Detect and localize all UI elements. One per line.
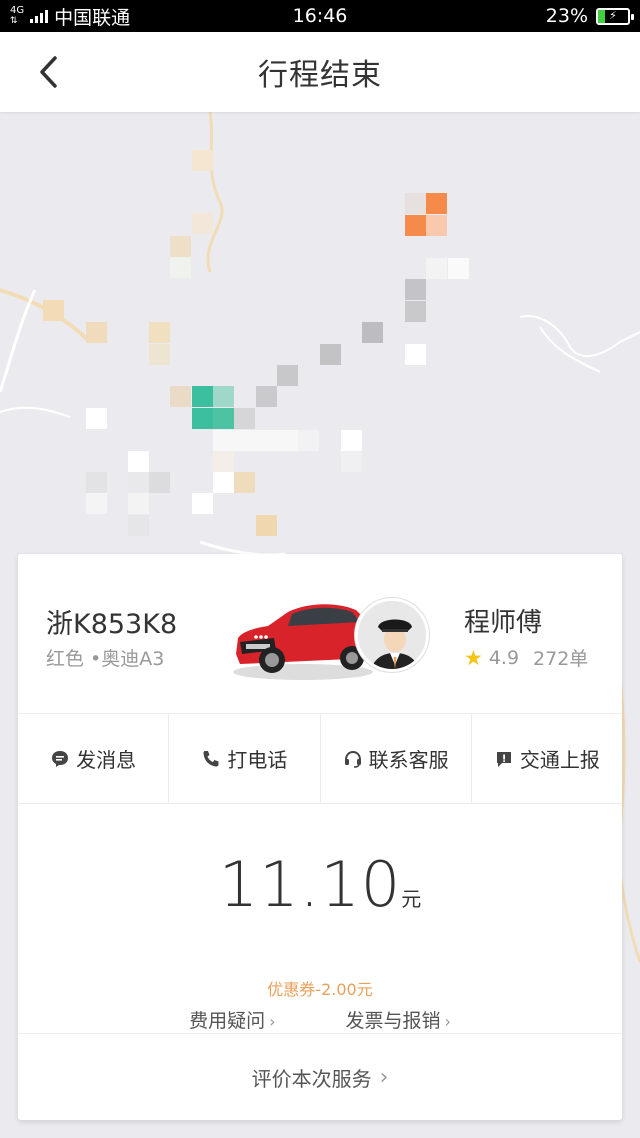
status-bar: 4G ⇅ 中国联通 16:46 23% ⚡ <box>0 0 640 32</box>
network-indicator: 4G ⇅ <box>10 5 25 27</box>
call-button[interactable]: 打电话 <box>169 714 321 803</box>
invoice-label: 发票与报销 <box>345 1010 441 1032</box>
fee-question-link[interactable]: 费用疑问 › <box>189 1006 275 1033</box>
carrier-name: 中国联通 <box>54 6 131 29</box>
network-type: 4G <box>10 5 25 16</box>
driver-rating: 4.9 <box>488 646 520 669</box>
driver-avatar[interactable] <box>355 598 429 672</box>
driver-avatar-icon <box>358 601 426 669</box>
rate-service-label: 评价本次服务 <box>251 1066 372 1091</box>
page-title: 行程结束 <box>258 58 382 93</box>
contact-support-label: 联系客服 <box>368 748 449 772</box>
headset-icon <box>344 750 361 768</box>
battery-icon: ⚡ <box>596 7 634 25</box>
chevron-right-icon: › <box>444 1012 451 1031</box>
charging-icon: ⚡ <box>609 8 617 22</box>
driver-orders: 272单 <box>533 648 589 670</box>
status-left: 4G ⇅ 中国联通 <box>10 3 130 30</box>
report-icon <box>496 751 511 767</box>
driver-name: 程师傅 <box>464 608 543 638</box>
trip-card: 浙K853K8 红色 •奥迪A3 程师傅 ★ 4.9 272单 发消息 打电话 … <box>18 554 622 1120</box>
traffic-report-label: 交通上报 <box>519 748 600 772</box>
chevron-right-icon: › <box>269 1012 276 1031</box>
action-bar: 发消息 打电话 联系客服 交通上报 <box>18 714 622 804</box>
back-button[interactable] <box>28 52 68 92</box>
send-message-button[interactable]: 发消息 <box>18 714 170 803</box>
send-message-label: 发消息 <box>76 748 137 772</box>
coupon-discount: 优惠券-2.00元 <box>267 980 373 999</box>
car-info: 红色 •奥迪A3 <box>46 648 165 670</box>
signal-icon <box>30 9 49 23</box>
rate-service-button[interactable]: 评价本次服务 › <box>18 1034 622 1120</box>
network-arrows: ⇅ <box>10 16 18 26</box>
phone-icon <box>203 750 219 766</box>
fee-question-label: 费用疑问 <box>189 1010 266 1032</box>
fare-links: 费用疑问 › 发票与报销 › <box>18 1006 622 1033</box>
fare-unit: 元 <box>401 887 422 911</box>
driver-stats: ★ 4.9 272单 <box>464 644 588 671</box>
chevron-left-icon <box>40 56 57 88</box>
contact-support-button[interactable]: 联系客服 <box>321 714 472 803</box>
call-label: 打电话 <box>227 748 288 772</box>
fare-number: 11.10 <box>218 848 402 921</box>
license-plate: 浙K853K8 <box>46 609 178 640</box>
star-icon: ★ <box>464 645 483 670</box>
status-right: 23% ⚡ <box>545 5 634 27</box>
nav-bar: 行程结束 <box>0 32 640 112</box>
message-icon <box>52 750 69 767</box>
invoice-link[interactable]: 发票与报销 › <box>346 1006 451 1033</box>
battery-percent: 23% <box>545 5 588 27</box>
fare-section: 11.10元 优惠券-2.00元 费用疑问 › 发票与报销 › <box>18 804 622 1034</box>
traffic-report-button[interactable]: 交通上报 <box>472 714 622 803</box>
fare-amount: 11.10元 <box>18 848 622 921</box>
driver-row: 浙K853K8 红色 •奥迪A3 程师傅 ★ 4.9 272单 <box>18 554 622 714</box>
chevron-right-icon: › <box>379 1064 389 1090</box>
